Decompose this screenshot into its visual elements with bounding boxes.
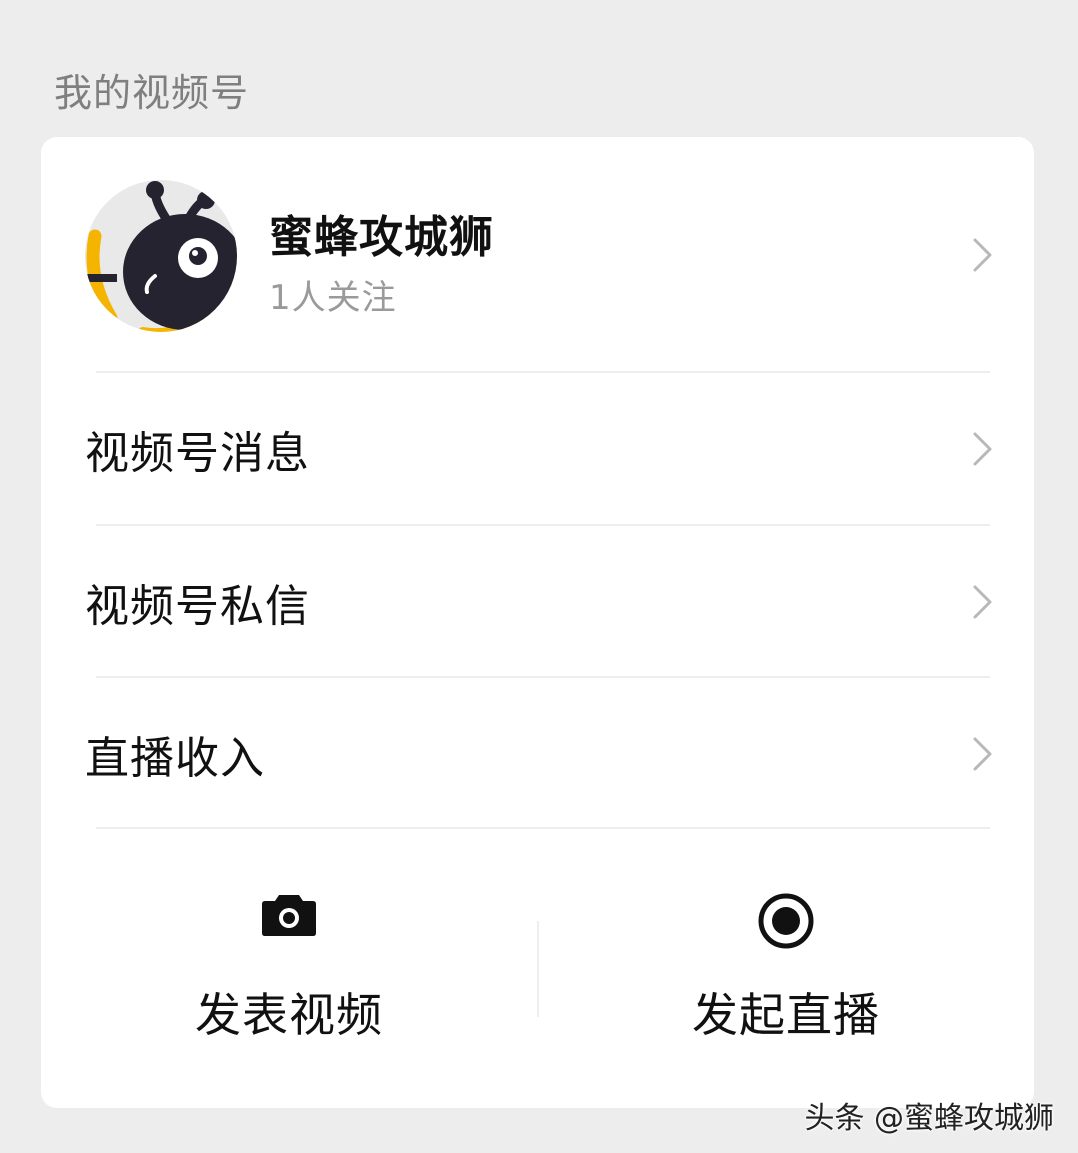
bee-avatar-icon [85, 180, 237, 332]
menu-item-label: 视频号消息 [85, 428, 310, 479]
menu-item-label: 直播收入 [85, 733, 265, 784]
chevron-right-icon [973, 432, 992, 466]
section-title: 我的视频号 [54, 71, 250, 115]
menu-item-label: 视频号私信 [85, 581, 310, 632]
action-bar: 发表视频 发起直播 [41, 829, 1034, 1108]
menu-item-channel-private-messages[interactable]: 视频号私信 [41, 526, 1034, 678]
chevron-right-icon [973, 585, 992, 619]
menu-item-channel-messages[interactable]: 视频号消息 [41, 373, 1034, 525]
profile-row[interactable]: 蜜蜂攻城狮 1人关注 [41, 137, 1034, 371]
chevron-right-icon [973, 737, 992, 771]
post-video-label: 发表视频 [195, 988, 383, 1042]
avatar[interactable] [85, 180, 237, 332]
post-video-button[interactable]: 发表视频 [41, 829, 537, 1108]
go-live-button[interactable]: 发起直播 [538, 829, 1034, 1108]
chevron-right-icon [973, 238, 992, 272]
profile-name: 蜜蜂攻城狮 [269, 212, 494, 263]
record-icon [758, 893, 814, 949]
go-live-label: 发起直播 [692, 988, 880, 1042]
channels-card: 蜜蜂攻城狮 1人关注 视频号消息 视频号私信 直播收入 发表视频 发起直播 [41, 137, 1034, 1108]
camera-icon [262, 895, 316, 936]
watermark: 头条 @蜜蜂攻城狮 [804, 1101, 1054, 1136]
follower-count: 1人关注 [269, 278, 397, 318]
menu-item-live-income[interactable]: 直播收入 [41, 678, 1034, 830]
